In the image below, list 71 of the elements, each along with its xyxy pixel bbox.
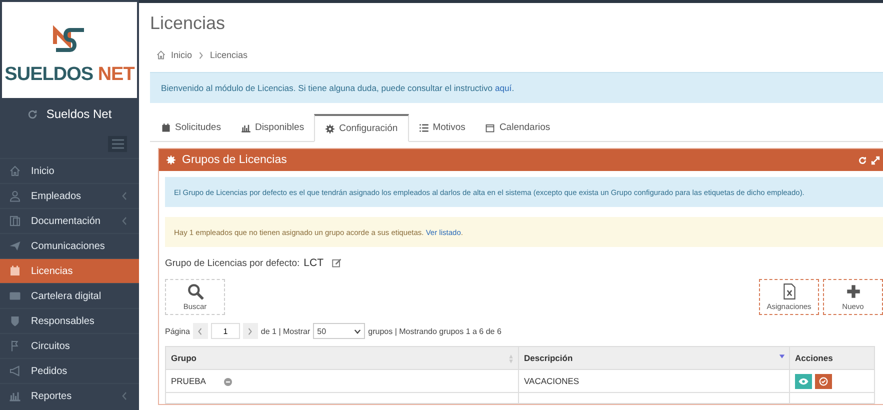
chevron-icon — [198, 328, 202, 334]
home-icon — [9, 165, 21, 177]
next-page-button[interactable] — [242, 323, 258, 339]
menu-button[interactable] — [108, 136, 127, 152]
table-cell: VACACIONES — [524, 376, 580, 386]
refresh-icon — [27, 108, 38, 120]
page-title: Licencias — [150, 13, 226, 35]
calendar-icon — [9, 265, 21, 277]
nav-item[interactable]: Reportes — [0, 383, 139, 408]
nav-item[interactable]: Empleados — [0, 183, 139, 208]
home-icon — [156, 50, 166, 60]
nav-item[interactable]: Responsables — [0, 308, 139, 333]
nav-item[interactable]: Pedidos — [0, 358, 139, 383]
search-icon — [186, 283, 204, 300]
pager-label: Página — [165, 326, 190, 336]
panel-header: Grupos de Licencias — [159, 149, 883, 171]
link[interactable]: aquí — [494, 83, 512, 93]
shield-icon — [9, 315, 21, 327]
calendar-icon — [485, 122, 496, 132]
chevron-icon — [248, 328, 252, 334]
plus-icon — [844, 283, 862, 300]
tab[interactable]: Configuración — [314, 114, 409, 142]
default-group-value: LCT — [304, 257, 324, 269]
tab[interactable]: Calendarios — [475, 114, 560, 141]
bar-chart-icon — [9, 390, 21, 402]
minus-circle-icon — [224, 378, 232, 386]
logo: SUELDOS NET — [2, 2, 137, 98]
refresh-icon — [858, 156, 867, 164]
nav-item[interactable]: Circuitos — [0, 333, 139, 358]
user-icon — [9, 190, 21, 202]
megaphone-icon — [9, 365, 21, 377]
nav-item[interactable]: Cartelera digital — [0, 283, 139, 308]
caret-icon — [354, 328, 362, 334]
tab[interactable]: Motivos — [408, 114, 476, 141]
sort-icon — [508, 354, 514, 364]
list-icon — [418, 122, 429, 132]
pager-summary: grupos | Mostrando grupos 1 a 6 de 6 — [368, 326, 502, 336]
tab[interactable]: Solicitudes — [151, 114, 231, 141]
chevron-icon — [199, 52, 204, 58]
column-header[interactable]: Grupo — [166, 346, 518, 370]
previous-page-button[interactable] — [192, 323, 208, 339]
page-field[interactable]: 1 — [210, 323, 240, 339]
table-cell: PRUEBA — [171, 376, 206, 386]
nav-item[interactable]: Documentación — [0, 208, 139, 233]
page-size-dropdown[interactable]: 50 — [313, 323, 366, 339]
flag-icon — [9, 340, 21, 352]
column-header[interactable]: Descripción — [518, 346, 790, 370]
pager-text: de 1 | Mostrar — [260, 326, 310, 336]
nav-item[interactable]: Inicio — [0, 158, 139, 183]
edit-icon — [332, 258, 342, 268]
gear-icon — [325, 124, 336, 134]
eye-icon — [798, 378, 809, 384]
nav-item[interactable]: Licencias — [0, 258, 139, 283]
brand-name: Sueldos Net — [46, 107, 112, 121]
breadcrumb-link[interactable]: Inicio — [171, 50, 192, 60]
default-group-label: Grupo de Licencias por defecto: — [165, 258, 300, 268]
check-button[interactable] — [815, 374, 832, 388]
sort-down-icon — [779, 354, 785, 359]
view-button[interactable] — [795, 374, 812, 388]
expand-icon — [871, 156, 880, 164]
check-circle-icon — [819, 376, 828, 386]
board-icon — [9, 290, 21, 302]
column-header: Acciones — [790, 346, 874, 370]
gear-icon — [166, 155, 176, 165]
bar-chart-icon — [240, 122, 251, 132]
alert-message: Bienvenido al módulo de Licencias. Si tiene alguna duda, puede consultar el instructivo aquí. — [150, 72, 883, 103]
tab[interactable]: Disponibles — [230, 114, 314, 141]
paper-plane-icon — [9, 240, 21, 252]
document-icon — [9, 215, 21, 227]
spreadsheet-file-icon — [780, 283, 798, 300]
calendar-icon — [161, 122, 171, 132]
